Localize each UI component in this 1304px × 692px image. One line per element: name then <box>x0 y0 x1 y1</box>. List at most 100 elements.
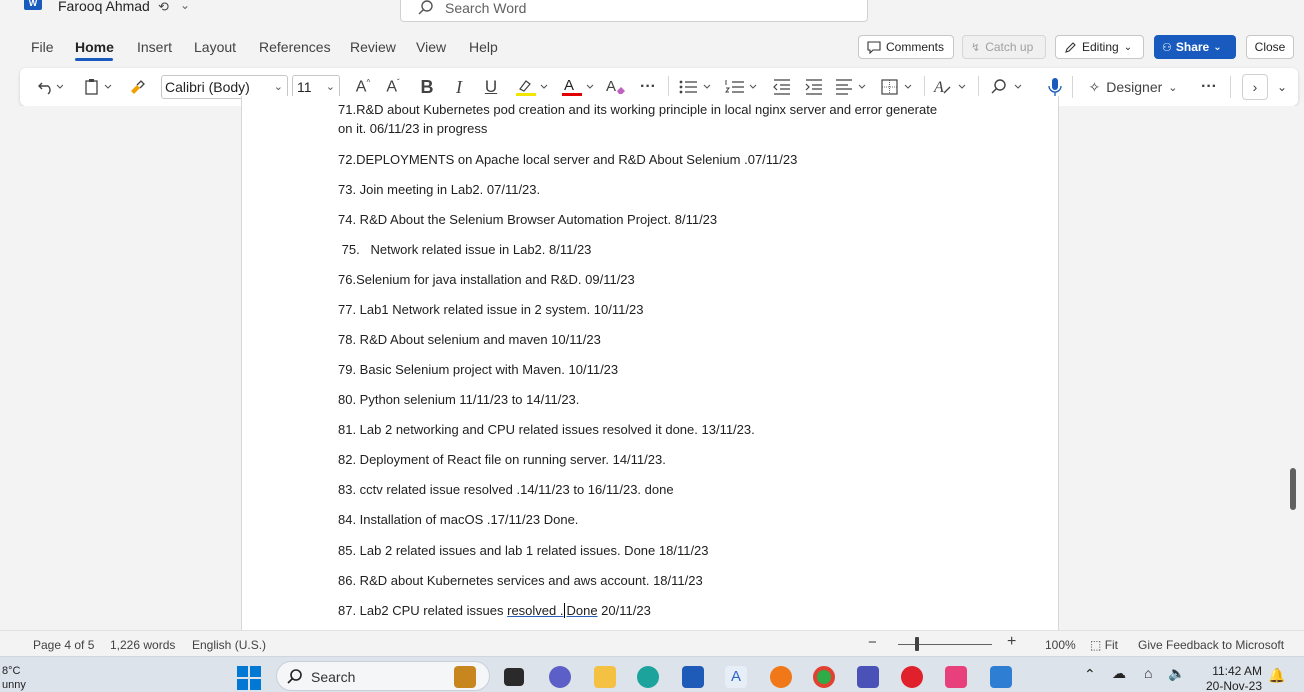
task-view-icon[interactable] <box>504 668 524 686</box>
volume-icon[interactable]: 🔈 <box>1168 665 1185 682</box>
paragraph[interactable]: 78. R&D About selenium and maven 10/11/2… <box>338 332 601 347</box>
search-input[interactable]: Search Word <box>400 0 868 22</box>
search-placeholder: Search Word <box>445 0 527 16</box>
paragraph[interactable]: 71.R&D about Kubernetes pod creation and… <box>338 102 937 117</box>
fit-button[interactable]: ⬚ Fit <box>1090 638 1118 652</box>
catch-up-button[interactable]: ↯ Catch up <box>962 35 1046 59</box>
zoom-slider-thumb[interactable] <box>914 637 919 651</box>
tab-file[interactable]: File <box>31 39 54 55</box>
language-status[interactable]: English (U.S.) <box>192 638 266 652</box>
paragraph[interactable]: 80. Python selenium 11/11/23 to 14/11/23… <box>338 392 579 407</box>
chevron-up-icon[interactable]: ⌃ <box>1084 666 1096 683</box>
zoom-in-button[interactable]: + <box>1007 633 1016 651</box>
share-label: Share <box>1175 40 1210 54</box>
zoom-out-button[interactable]: − <box>868 634 877 651</box>
document-page[interactable]: 71.R&D about Kubernetes pod creation and… <box>241 96 1059 630</box>
designer-button[interactable]: ✧ Designer ⌄ <box>1084 68 1182 106</box>
tab-references[interactable]: References <box>259 39 331 55</box>
ribbon-expand-button[interactable]: › <box>1242 74 1268 100</box>
zoom-level[interactable]: 100% <box>1045 638 1076 652</box>
vertical-scrollbar-thumb[interactable] <box>1290 468 1296 510</box>
briefcase-app-icon[interactable] <box>454 666 476 688</box>
notepad-app-icon[interactable] <box>990 666 1012 688</box>
tab-review[interactable]: Review <box>350 39 396 55</box>
feedback-link[interactable]: Give Feedback to Microsoft <box>1138 638 1284 652</box>
windows-taskbar: 8°C unny Search A ⌃ ☁ ⌂ 🔈 11:42 AM 20-No… <box>0 656 1304 692</box>
network-icon[interactable]: ⌂ <box>1144 665 1152 681</box>
designer-label: Designer <box>1106 79 1163 95</box>
tab-home[interactable]: Home <box>75 39 114 55</box>
edge-browser-icon[interactable] <box>637 666 659 688</box>
undo-button[interactable] <box>30 68 70 106</box>
fit-label: Fit <box>1104 638 1119 652</box>
tab-view[interactable]: View <box>416 39 446 55</box>
share-button[interactable]: ⚇ Share ⌄ <box>1154 35 1236 59</box>
comments-button[interactable]: Comments <box>858 35 954 59</box>
paragraph[interactable]: 81. Lab 2 networking and CPU related iss… <box>338 422 755 437</box>
paragraph[interactable]: 77. Lab1 Network related issue in 2 syst… <box>338 302 643 317</box>
paragraph[interactable]: on it. 06/11/23 in progress <box>338 121 487 136</box>
chevron-down-icon: ⌄ <box>1123 41 1133 53</box>
system-clock[interactable]: 11:42 AM 20-Nov-23 <box>1196 664 1262 692</box>
bullet-list-icon <box>679 80 711 94</box>
page-count[interactable]: Page 4 of 5 <box>33 638 94 652</box>
fit-icon: ⬚ <box>1090 638 1102 652</box>
paragraph-text: 87. Lab2 CPU related issues <box>338 603 508 618</box>
weather-widget[interactable]: 8°C unny <box>2 664 26 692</box>
bold-icon: B <box>420 76 434 97</box>
zoom-slider-track[interactable] <box>898 644 992 645</box>
paragraph[interactable]: 79. Basic Selenium project with Maven. 1… <box>338 362 618 377</box>
paragraph[interactable]: 74. R&D About the Selenium Browser Autom… <box>338 212 717 227</box>
onedrive-icon[interactable]: ☁ <box>1112 665 1126 682</box>
chrome-browser-icon[interactable] <box>813 666 835 688</box>
catch-up-icon: ↯ <box>971 41 981 54</box>
paragraph[interactable]: 84. Installation of macOS .17/11/23 Done… <box>338 512 578 527</box>
designer-icon: ✧ <box>1088 78 1101 95</box>
close-button[interactable]: Close <box>1246 35 1294 59</box>
windows-start-icon[interactable] <box>237 666 261 690</box>
notification-bell-icon[interactable]: 🔔 <box>1268 667 1285 684</box>
comments-label: Comments <box>886 40 945 54</box>
paragraph[interactable]: 76.Selenium for java installation and R&… <box>338 272 635 287</box>
chevron-down-icon: ⌄ <box>1276 80 1288 94</box>
tab-insert[interactable]: Insert <box>137 39 172 55</box>
paragraph[interactable]: 82. Deployment of React file on running … <box>338 452 666 467</box>
word-count[interactable]: 1,226 words <box>110 638 175 652</box>
tab-layout[interactable]: Layout <box>194 39 236 55</box>
grow-font-icon: A^ <box>355 77 371 96</box>
tab-help[interactable]: Help <box>469 39 498 55</box>
active-tab-indicator <box>75 58 113 61</box>
separator <box>668 76 669 98</box>
creative-cloud-icon[interactable] <box>945 666 967 688</box>
paragraph[interactable]: 72.DEPLOYMENTS on Apache local server an… <box>338 152 797 167</box>
align-left-icon <box>836 79 866 95</box>
underlined-text: Done <box>566 603 598 618</box>
search-icon <box>287 669 302 684</box>
file-explorer-icon[interactable] <box>594 666 616 688</box>
editing-mode-button[interactable]: Editing ⌄ <box>1055 35 1144 59</box>
paste-button[interactable] <box>78 68 118 106</box>
paragraph[interactable]: 85. Lab 2 related issues and lab 1 relat… <box>338 543 709 558</box>
teams-app-icon[interactable] <box>857 666 879 688</box>
svg-text:A: A <box>564 77 574 94</box>
paragraph[interactable]: 86. R&D about Kubernetes services and aw… <box>338 573 703 588</box>
paragraph[interactable]: 75. Network related issue in Lab2. 8/11/… <box>338 242 592 257</box>
borders-icon <box>881 79 912 95</box>
translator-app-icon[interactable]: A <box>725 666 747 688</box>
chevron-down-icon[interactable]: ⌄ <box>180 0 190 12</box>
sync-status-icon[interactable]: ⟲ <box>158 0 169 15</box>
user-name[interactable]: Farooq Ahmad <box>58 0 150 14</box>
highlighter-icon <box>516 80 548 97</box>
editing-label: Editing <box>1082 40 1119 54</box>
paragraph-current[interactable]: 87. Lab2 CPU related issues resolved . Do… <box>338 603 651 618</box>
opera-browser-icon[interactable] <box>901 666 923 688</box>
brave-browser-icon[interactable] <box>770 666 792 688</box>
status-bar: Page 4 of 5 1,226 words English (U.S.) −… <box>0 630 1304 656</box>
teams-chat-icon[interactable] <box>549 666 571 688</box>
paragraph[interactable]: 73. Join meeting in Lab2. 07/11/23. <box>338 182 540 197</box>
format-painter-button[interactable] <box>124 68 150 106</box>
more-options-button[interactable]: ··· <box>1196 68 1222 106</box>
microsoft-store-icon[interactable] <box>682 666 704 688</box>
ribbon-collapse-button[interactable]: ⌄ <box>1272 74 1292 100</box>
paragraph[interactable]: 83. cctv related issue resolved .14/11/2… <box>338 482 674 497</box>
